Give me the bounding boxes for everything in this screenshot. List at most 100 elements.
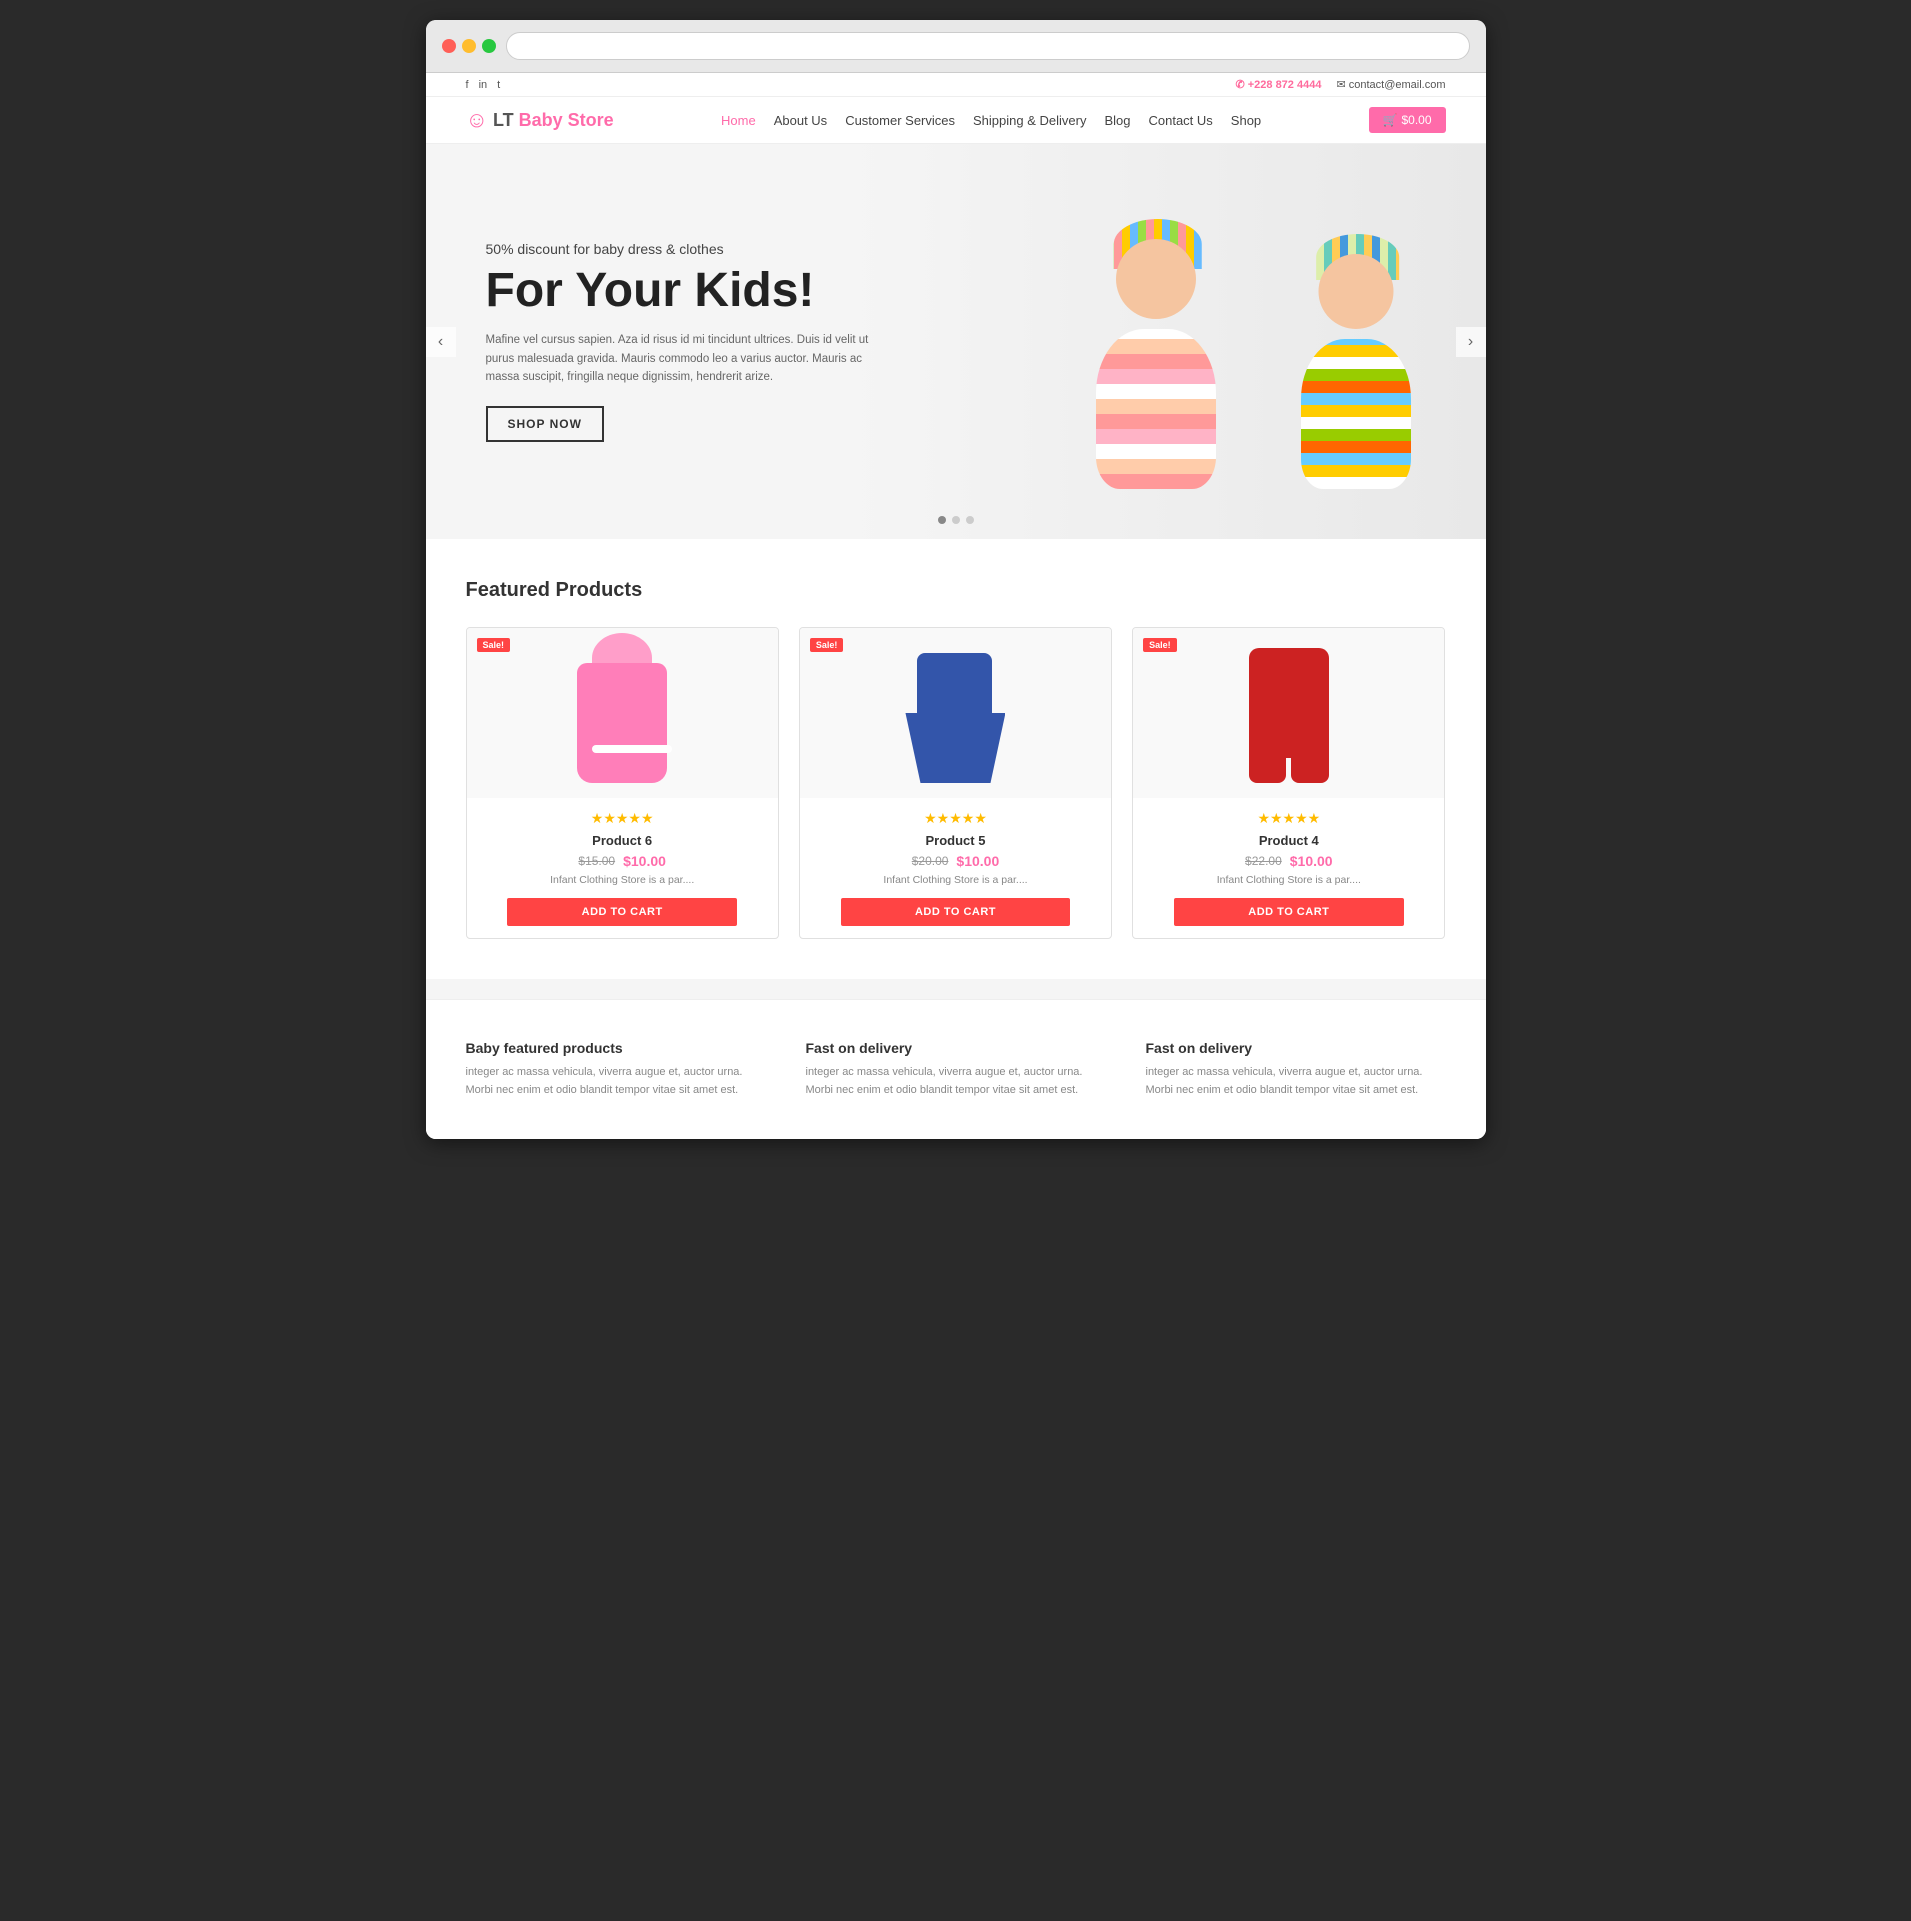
- red-jumpsuit-illustration: [1239, 643, 1339, 783]
- cart-button[interactable]: 🛒 $0.00: [1369, 107, 1446, 133]
- coat-belt: [592, 745, 672, 753]
- feature-title-2: Fast on delivery: [1146, 1040, 1446, 1056]
- pink-coat-illustration: [567, 643, 677, 783]
- add-to-cart-5[interactable]: ADD TO CART: [841, 898, 1071, 926]
- sale-badge-4: Sale!: [1143, 638, 1177, 652]
- maximize-button[interactable]: [482, 39, 496, 53]
- phone-icon: ✆: [1235, 79, 1244, 91]
- browser-chrome: [426, 20, 1486, 73]
- nav-customer[interactable]: Customer Services: [845, 113, 955, 128]
- nav-shop[interactable]: Shop: [1231, 113, 1261, 128]
- product-prices-4: $22.00 $10.00: [1145, 853, 1432, 869]
- add-to-cart-6[interactable]: ADD TO CART: [507, 898, 737, 926]
- featured-products-section: Featured Products Sale! ★★★★★: [426, 539, 1486, 979]
- product-card-6: Sale! ★★★★★ Product 6 $15.00: [466, 627, 779, 939]
- old-price-5: $20.00: [912, 854, 949, 868]
- jumpsuit-leg-right: [1291, 743, 1329, 783]
- product-stars-6: ★★★★★: [479, 810, 766, 827]
- section-separator: [426, 979, 1486, 999]
- baby-figure-2: [1256, 239, 1456, 519]
- jumpsuit-body: [1249, 648, 1329, 758]
- sale-badge-6: Sale!: [477, 638, 511, 652]
- hero-prev-button[interactable]: ‹: [426, 327, 456, 357]
- email-address: ✉ contact@email.com: [1336, 78, 1445, 91]
- logo[interactable]: ☺ LT Baby Store: [466, 107, 614, 133]
- baby-head-1: [1116, 239, 1196, 319]
- product-prices-6: $15.00 $10.00: [479, 853, 766, 869]
- jumpsuit-legs: [1249, 743, 1329, 783]
- contact-info: ✆ +228 872 4444 ✉ contact@email.com: [1235, 78, 1445, 91]
- header: ☺ LT Baby Store Home About Us Customer S…: [426, 97, 1486, 144]
- hero-subtitle: 50% discount for baby dress & clothes: [486, 241, 886, 257]
- product-card-4: Sale! ★★★★★ Product 4: [1132, 627, 1445, 939]
- product-image-4: [1133, 628, 1444, 798]
- feature-item-0: Baby featured products integer ac massa …: [466, 1040, 766, 1099]
- baby-figure-1: [1046, 219, 1266, 519]
- product-card-5: Sale! ★★★★★ Product 5 $20.00 $1: [799, 627, 1112, 939]
- dress-top: [917, 653, 992, 718]
- baby-outfit-2: [1301, 339, 1411, 489]
- product-image-6: [467, 628, 778, 798]
- nav-home[interactable]: Home: [721, 113, 756, 128]
- add-to-cart-4[interactable]: ADD TO CART: [1174, 898, 1404, 926]
- new-price-4: $10.00: [1290, 853, 1333, 869]
- coat-body: [577, 663, 667, 783]
- nav-about[interactable]: About Us: [774, 113, 827, 128]
- main-nav: Home About Us Customer Services Shipping…: [721, 113, 1261, 128]
- hero-dots: [938, 516, 974, 524]
- cart-icon: 🛒: [1383, 113, 1398, 127]
- product-name-4: Product 4: [1145, 833, 1432, 848]
- feature-text-0: integer ac massa vehicula, viverra augue…: [466, 1064, 766, 1099]
- browser-window: f in t ✆ +228 872 4444 ✉ contact@email.c…: [426, 20, 1486, 1139]
- nav-blog[interactable]: Blog: [1104, 113, 1130, 128]
- hero-dot-1[interactable]: [938, 516, 946, 524]
- new-price-6: $10.00: [623, 853, 666, 869]
- feature-text-1: integer ac massa vehicula, viverra augue…: [806, 1064, 1106, 1099]
- hero-section: ‹ 50% discount for baby dress & clothes …: [426, 144, 1486, 539]
- feature-title-1: Fast on delivery: [806, 1040, 1106, 1056]
- product-info-6: ★★★★★ Product 6 $15.00 $10.00 Infant Clo…: [467, 798, 778, 938]
- website: f in t ✆ +228 872 4444 ✉ contact@email.c…: [426, 73, 1486, 1139]
- logo-icon: ☺: [466, 107, 488, 133]
- featured-products-title: Featured Products: [466, 579, 1446, 602]
- product-desc-4: Infant Clothing Store is a par....: [1145, 874, 1432, 886]
- twitter-link[interactable]: t: [497, 79, 500, 91]
- new-price-5: $10.00: [956, 853, 999, 869]
- hero-content: 50% discount for baby dress & clothes Fo…: [426, 241, 946, 443]
- baby-head-2: [1318, 254, 1393, 329]
- product-stars-4: ★★★★★: [1145, 810, 1432, 827]
- linkedin-link[interactable]: in: [479, 79, 488, 91]
- feature-title-0: Baby featured products: [466, 1040, 766, 1056]
- dress-skirt: [905, 713, 1005, 783]
- social-links: f in t: [466, 79, 501, 91]
- top-bar: f in t ✆ +228 872 4444 ✉ contact@email.c…: [426, 73, 1486, 97]
- feature-item-2: Fast on delivery integer ac massa vehicu…: [1146, 1040, 1446, 1099]
- hero-description: Mafine vel cursus sapien. Aza id risus i…: [486, 331, 886, 386]
- feature-item-1: Fast on delivery integer ac massa vehicu…: [806, 1040, 1106, 1099]
- hero-dot-3[interactable]: [966, 516, 974, 524]
- product-desc-5: Infant Clothing Store is a par....: [812, 874, 1099, 886]
- product-name-5: Product 5: [812, 833, 1099, 848]
- product-image-5: [800, 628, 1111, 798]
- product-prices-5: $20.00 $10.00: [812, 853, 1099, 869]
- minimize-button[interactable]: [462, 39, 476, 53]
- address-bar[interactable]: [506, 32, 1470, 60]
- hero-title: For Your Kids!: [486, 265, 886, 318]
- hero-next-button[interactable]: ›: [1456, 327, 1486, 357]
- baby-outfit-1: [1096, 329, 1216, 489]
- shop-now-button[interactable]: SHOP NOW: [486, 406, 604, 442]
- sale-badge-5: Sale!: [810, 638, 844, 652]
- close-button[interactable]: [442, 39, 456, 53]
- nav-shipping[interactable]: Shipping & Delivery: [973, 113, 1086, 128]
- products-grid: Sale! ★★★★★ Product 6 $15.00: [466, 627, 1446, 939]
- email-icon: ✉: [1336, 79, 1345, 91]
- hero-dot-2[interactable]: [952, 516, 960, 524]
- logo-text: LT Baby Store: [493, 110, 614, 131]
- product-info-5: ★★★★★ Product 5 $20.00 $10.00 Infant Clo…: [800, 798, 1111, 938]
- blue-dress-illustration: [905, 643, 1005, 783]
- nav-contact[interactable]: Contact Us: [1148, 113, 1212, 128]
- facebook-link[interactable]: f: [466, 79, 469, 91]
- traffic-lights: [442, 39, 496, 53]
- jumpsuit-leg-left: [1249, 743, 1287, 783]
- feature-text-2: integer ac massa vehicula, viverra augue…: [1146, 1064, 1446, 1099]
